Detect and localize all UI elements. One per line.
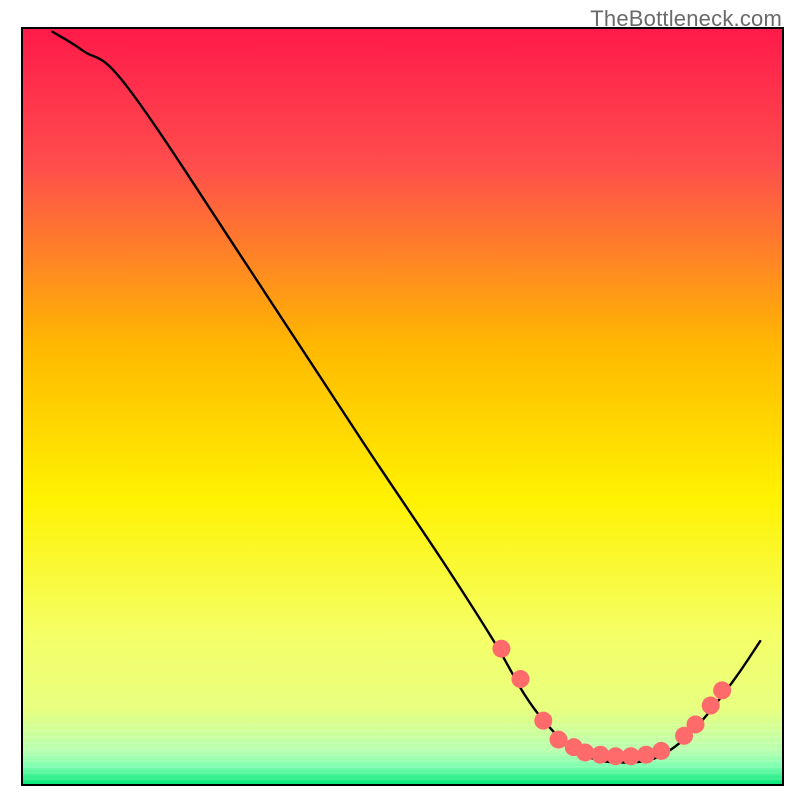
data-dot bbox=[591, 746, 609, 764]
data-dot bbox=[550, 731, 568, 749]
data-dot bbox=[637, 746, 655, 764]
plot-background bbox=[22, 28, 783, 785]
data-dot bbox=[702, 697, 720, 715]
chart-svg bbox=[0, 0, 800, 800]
data-dot bbox=[713, 681, 731, 699]
data-dot bbox=[686, 715, 704, 733]
data-dot bbox=[511, 670, 529, 688]
data-dot bbox=[534, 712, 552, 730]
data-dot bbox=[622, 747, 640, 765]
watermark-text: TheBottleneck.com bbox=[590, 6, 782, 32]
bottleneck-chart bbox=[0, 0, 800, 800]
data-dot bbox=[576, 743, 594, 761]
data-dot bbox=[652, 742, 670, 760]
data-dot bbox=[492, 640, 510, 658]
